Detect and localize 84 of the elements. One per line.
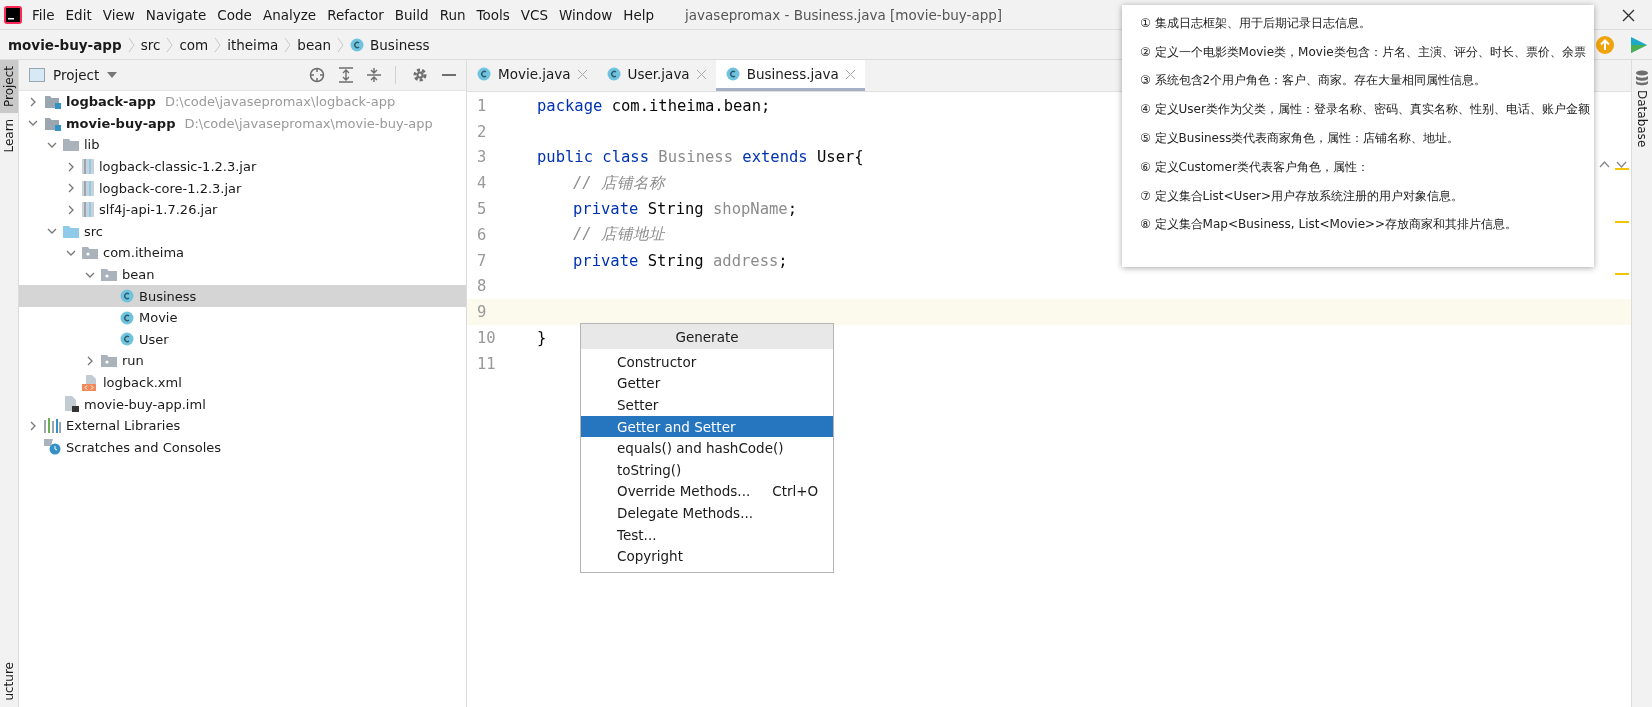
- tree-item[interactable]: Business: [139, 288, 197, 304]
- code-line: // 店铺名称: [573, 173, 665, 192]
- note-text: ⑦ 定义集合List<User>用户存放系统注册的用户对象信息。: [1140, 187, 1464, 205]
- note-text: ① 集成日志框架、用于后期记录日志信息。: [1140, 14, 1372, 32]
- menu-item[interactable]: Constructor: [581, 351, 833, 373]
- module-path: D:\code\javasepromax\logback-app: [164, 94, 396, 110]
- code-line: }: [537, 329, 547, 348]
- menu-item[interactable]: Help: [623, 6, 655, 23]
- menu-item[interactable]: Tools: [476, 6, 510, 23]
- editor-tab[interactable]: Movie.java: [467, 60, 597, 91]
- menu-item[interactable]: Window: [559, 6, 613, 23]
- line-number: 6: [476, 225, 488, 244]
- menu-item[interactable]: Refactor: [327, 6, 384, 23]
- code-line: package com.itheima.bean;: [537, 96, 771, 115]
- note-text: ⑤ 定义Business类代表商家角色，属性：店铺名称、地址。: [1140, 130, 1461, 148]
- line-number: 11: [476, 354, 497, 373]
- menu-item[interactable]: Setter: [581, 394, 833, 416]
- menu-item[interactable]: Run: [439, 6, 466, 23]
- tree-item[interactable]: User: [139, 331, 169, 347]
- tool-window-tab[interactable]: ucture: [0, 656, 18, 707]
- note-text: ③ 系统包含2个用户角色：客户、商家。存在大量相同属性信息。: [1140, 72, 1488, 90]
- code-line: // 店铺地址: [573, 225, 665, 244]
- code-line: private String address;: [573, 251, 788, 270]
- breadcrumb-item[interactable]: src: [140, 36, 161, 53]
- note-text: ② 定义一个电影类Movie类，Movie类包含：片名、主演、评分、时长、票价、余票: [1140, 43, 1587, 61]
- menu-item[interactable]: Edit: [65, 6, 92, 23]
- module-path: D:\code\javasepromax\movie-buy-app: [184, 115, 433, 131]
- line-number: 2: [476, 122, 488, 141]
- tree-item[interactable]: logback-classic-1.2.3.jar: [99, 159, 257, 175]
- window-title: javasepromax - Business.java [movie-buy-app]: [685, 6, 1003, 23]
- menu-item[interactable]: Override Methods... Ctrl+O: [581, 480, 833, 503]
- line-number: 3: [476, 148, 488, 167]
- tree-item[interactable]: run: [122, 353, 144, 369]
- panel-title[interactable]: Project: [53, 67, 100, 83]
- tree-item[interactable]: bean: [122, 267, 155, 283]
- menu-item[interactable]: View: [102, 6, 135, 23]
- tool-window-tab[interactable]: Project: [0, 60, 18, 114]
- menu-item[interactable]: Navigate: [145, 6, 207, 23]
- editor-tab[interactable]: Business.java: [715, 60, 865, 91]
- tree-item[interactable]: movie-buy-app.iml: [84, 396, 206, 412]
- tree-item[interactable]: logback-app: [66, 94, 156, 110]
- tool-window-tab[interactable]: Database: [1635, 90, 1649, 148]
- code-line: private String shopName;: [573, 200, 797, 219]
- line-number: 5: [476, 200, 488, 219]
- tree-item[interactable]: lib: [84, 137, 100, 153]
- menu-item[interactable]: Build: [394, 6, 429, 23]
- tree-item[interactable]: logback-core-1.2.3.jar: [99, 180, 242, 196]
- menu-item[interactable]: Delegate Methods...: [581, 502, 833, 524]
- line-number: 10: [476, 329, 497, 348]
- line-number: 4: [476, 174, 488, 193]
- tree-item[interactable]: Scratches and Consoles: [66, 439, 222, 455]
- note-text: ④ 定义User类作为父类，属性：登录名称、密码、真实名称、性别、电话、账户金额: [1140, 101, 1591, 119]
- tree-item[interactable]: Movie: [139, 310, 178, 326]
- tree-item[interactable]: External Libraries: [66, 418, 181, 434]
- menu-item[interactable]: Copyright: [581, 545, 833, 567]
- menu-item[interactable]: Getter: [581, 372, 833, 395]
- tree-item[interactable]: movie-buy-app: [66, 115, 176, 131]
- line-number: 9: [476, 303, 488, 322]
- tree-item[interactable]: logback.xml: [103, 375, 182, 390]
- tree-item[interactable]: src: [84, 223, 103, 239]
- note-text: ⑧ 定义集合Map<Business, List<Movie>>存放商家和其排片信息。: [1140, 216, 1519, 234]
- popup-title: Generate: [581, 324, 833, 349]
- tree-item[interactable]: com.itheima: [103, 245, 185, 261]
- line-number: 1: [476, 96, 488, 115]
- tree-item[interactable]: slf4j-api-1.7.26.jar: [99, 202, 218, 218]
- line-number: 7: [476, 251, 488, 270]
- menu-item[interactable]: equals() and hashCode(): [581, 437, 833, 459]
- breadcrumb-item[interactable]: com: [179, 36, 209, 53]
- breadcrumb-item[interactable]: movie-buy-app: [8, 36, 122, 53]
- breadcrumb-item[interactable]: itheima: [227, 36, 279, 53]
- menu-item[interactable]: VCS: [520, 6, 549, 23]
- menu-item[interactable]: Analyze: [262, 6, 317, 23]
- menu-item[interactable]: Getter and Setter: [581, 415, 833, 438]
- note-text: ⑥ 定义Customer类代表客户角色，属性：: [1140, 158, 1370, 176]
- menu-item[interactable]: Code: [217, 6, 252, 23]
- code-line: public class Business extends User{: [537, 148, 864, 167]
- editor-tab[interactable]: User.java: [596, 60, 716, 91]
- line-number: 8: [476, 277, 488, 296]
- menu-item[interactable]: File: [32, 6, 55, 23]
- menu-item[interactable]: Test...: [581, 523, 833, 546]
- menu-item[interactable]: toString(): [581, 458, 833, 481]
- breadcrumb-item[interactable]: Business: [370, 36, 430, 53]
- tool-window-tab[interactable]: Learn: [0, 113, 18, 159]
- breadcrumb-item[interactable]: bean: [297, 36, 332, 53]
